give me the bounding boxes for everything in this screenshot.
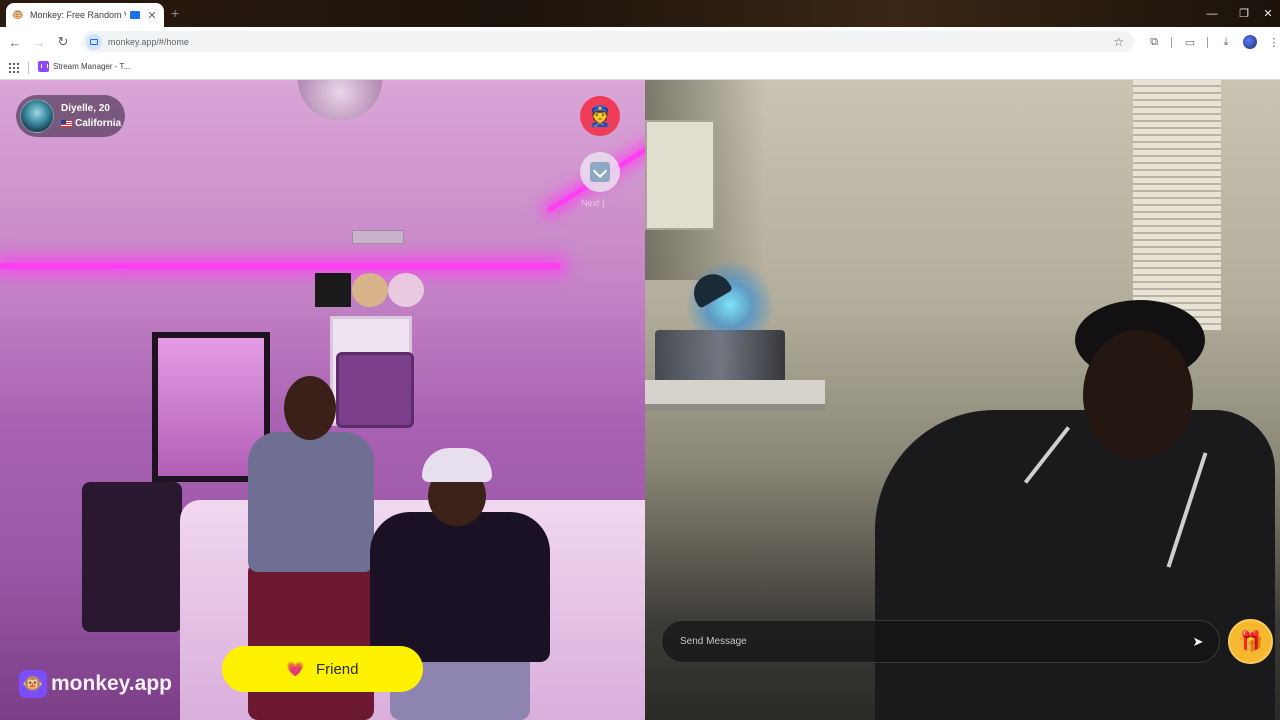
brand-name: monkey.app — [51, 672, 172, 695]
remote-video-feed — [0, 80, 645, 720]
friend-button-label: Friend — [315, 660, 359, 678]
desk-items — [655, 330, 785, 385]
bookmarks-bar: Stream Manager - T... — [0, 56, 1280, 80]
download-icon[interactable]: ⤓ — [1218, 34, 1234, 50]
add-friend-button[interactable]: 💗 Friend — [222, 646, 423, 692]
heart-icon: 💗 — [286, 660, 304, 677]
bookmark-label: Stream Manager - T... — [53, 62, 131, 71]
match-user-badge[interactable]: Diyelle, 20 California — [16, 95, 125, 137]
avatar[interactable] — [20, 99, 54, 133]
toolbar-divider — [1171, 37, 1172, 48]
menu-icon[interactable]: ⋮ — [1266, 34, 1280, 50]
report-button[interactable]: 👮 — [580, 96, 620, 136]
police-officer-icon: 👮 — [587, 105, 613, 128]
reload-icon[interactable]: ↻ — [54, 33, 72, 51]
apps-grid-icon[interactable] — [8, 62, 19, 73]
browser-tab[interactable]: 🐵 Monkey: Free Random Vide ✕ — [6, 3, 164, 27]
twitch-icon — [38, 61, 49, 72]
led-light-strip — [0, 263, 560, 269]
bookmark-divider — [28, 62, 29, 74]
wall-poster — [388, 273, 424, 307]
tab-media-icon — [130, 11, 140, 19]
air-vent — [352, 230, 404, 244]
address-bar[interactable]: monkey.app/#/home ☆ — [82, 31, 1134, 52]
window-blinds — [1133, 80, 1221, 330]
match-user-name: Diyelle, 20 — [61, 103, 110, 114]
back-icon[interactable]: ← — [6, 33, 24, 51]
send-message-input[interactable] — [680, 636, 1191, 647]
new-tab-icon[interactable]: + — [171, 5, 179, 21]
window-close-icon[interactable]: ✕ — [1256, 0, 1280, 27]
next-match-button[interactable] — [580, 152, 620, 192]
shelf — [645, 120, 715, 230]
bookmark-stream-manager[interactable]: Stream Manager - T... — [38, 61, 130, 72]
chair — [82, 482, 182, 632]
tab-strip: 🐵 Monkey: Free Random Vide ✕ + — ❐ ✕ — [0, 0, 1280, 27]
match-user-location: California — [61, 116, 121, 131]
ceiling-light — [298, 80, 382, 120]
brand-logo: 🐵 monkey.app — [19, 670, 172, 698]
next-match-label: Next ( — [581, 198, 606, 208]
browser-toolbar: ← → ↻ monkey.app/#/home ☆ ⧉ ▭ ⤓ ⋮ — [0, 27, 1280, 56]
gift-icon: 🎁 — [1238, 631, 1263, 653]
close-tab-icon[interactable]: ✕ — [146, 9, 158, 22]
wall-poster — [352, 273, 388, 307]
profile-avatar-icon[interactable] — [1243, 35, 1257, 49]
site-camera-icon[interactable] — [86, 33, 102, 50]
desk — [645, 380, 825, 410]
monkey-logo-icon: 🐵 — [19, 670, 47, 698]
cast-icon[interactable]: ▭ — [1182, 34, 1198, 50]
url-text[interactable]: monkey.app/#/home — [108, 37, 1113, 47]
us-flag-icon — [61, 120, 72, 127]
gift-button[interactable]: 🎁 — [1228, 619, 1273, 664]
wall-poster — [315, 273, 351, 307]
toolbar-divider — [1207, 37, 1208, 48]
tab-title: Monkey: Free Random Vide — [30, 10, 126, 20]
bookmark-star-icon[interactable]: ☆ — [1113, 35, 1124, 49]
location-text: California — [75, 118, 122, 129]
next-match-icon — [590, 162, 610, 182]
send-icon[interactable]: ➤ — [1191, 634, 1205, 649]
forward-icon[interactable]: → — [30, 33, 48, 51]
monkey-favicon-icon: 🐵 — [11, 9, 25, 21]
message-bar: ➤ — [661, 620, 1220, 663]
extensions-icon[interactable]: ⧉ — [1146, 34, 1162, 50]
minimize-icon[interactable]: — — [1196, 0, 1228, 27]
